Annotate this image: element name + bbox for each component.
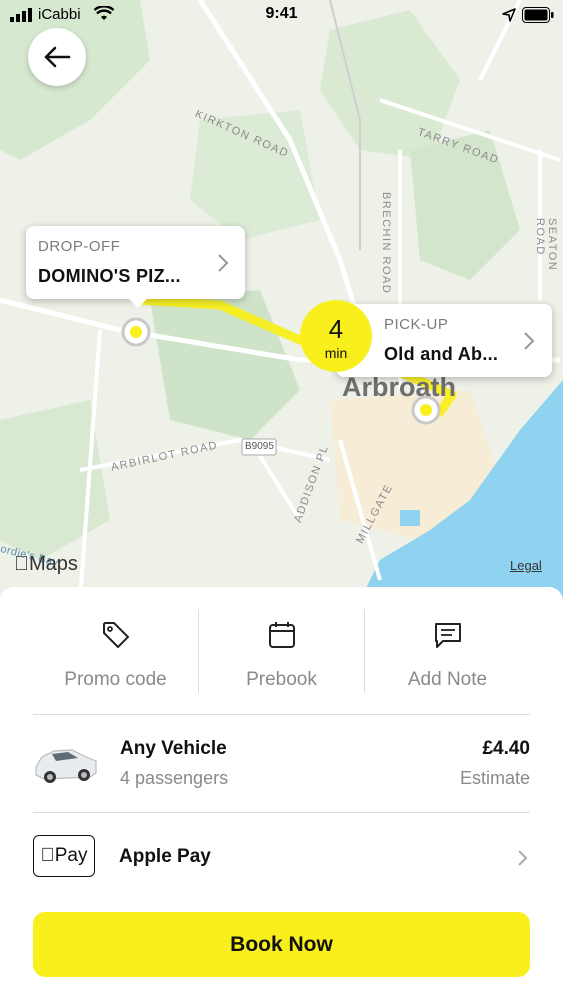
booking-sheet: Promo code Prebook Add Note Any Vehicle …: [0, 587, 563, 1000]
promo-code-button[interactable]: Promo code: [33, 587, 198, 697]
status-bar: iCabbi 9:41: [0, 0, 563, 30]
chevron-right-icon: [524, 332, 535, 350]
map-canvas: [0, 0, 563, 600]
apple-pay-badge-text: Pay: [47, 845, 88, 866]
apple-logo-icon: : [41, 845, 55, 867]
vehicle-row[interactable]: Any Vehicle 4 passengers £4.40 Estimate: [0, 715, 563, 812]
map-view[interactable]: KIRKTON ROAD TARRY ROAD BRECHIN ROAD SEA…: [0, 0, 563, 600]
maps-attribution-text: Maps: [14, 553, 78, 575]
apple-logo-icon: : [14, 553, 29, 575]
vehicle-passengers: 4 passengers: [120, 768, 229, 788]
chevron-right-icon: [218, 254, 229, 272]
clock: 9:41: [265, 5, 298, 22]
apple-pay-badge: Pay: [33, 835, 95, 877]
eta-unit: min: [324, 345, 348, 361]
pickup-label: PICK-UP: [384, 316, 449, 333]
dropoff-label: DROP-OFF: [38, 238, 121, 255]
location-arrow-icon: [502, 8, 516, 22]
note-icon: [434, 623, 461, 648]
car-icon: [35, 749, 97, 783]
back-button[interactable]: [28, 28, 86, 86]
pickup-place: Old and Ab...: [384, 344, 499, 364]
price-note: Estimate: [459, 768, 530, 788]
add-note-label: Add Note: [407, 669, 488, 690]
payment-method: Apple Pay: [119, 846, 211, 867]
add-note-button[interactable]: Add Note: [365, 587, 530, 697]
road-label-brechin: BRECHIN ROAD: [380, 192, 392, 295]
tag-icon: [102, 622, 129, 648]
dropoff-place: DOMINO'S PIZ...: [38, 266, 181, 286]
dropoff-callout-pointer: [128, 298, 148, 308]
vehicle-name: Any Vehicle: [120, 738, 227, 759]
maps-attribution: Maps: [14, 553, 78, 576]
battery-icon: [522, 7, 554, 23]
promo-code-label: Promo code: [64, 669, 167, 690]
dropoff-callout[interactable]: DROP-OFF DOMINO'S PIZ...: [26, 226, 245, 299]
legal-link[interactable]: Legal: [510, 558, 542, 573]
prebook-button[interactable]: Prebook: [199, 587, 364, 697]
eta-value: 4: [328, 314, 344, 344]
prebook-label: Prebook: [246, 669, 317, 690]
chevron-right-icon: [518, 850, 528, 866]
price: £4.40: [482, 738, 530, 759]
road-label-seaton: SEATON ROAD: [534, 218, 558, 272]
book-now-button[interactable]: Book Now: [33, 912, 530, 977]
road-label-b9095: B9095: [245, 441, 274, 452]
calendar-icon: [268, 622, 295, 648]
eta-badge: 4 min: [300, 300, 372, 372]
arrow-left-icon: [44, 46, 71, 68]
